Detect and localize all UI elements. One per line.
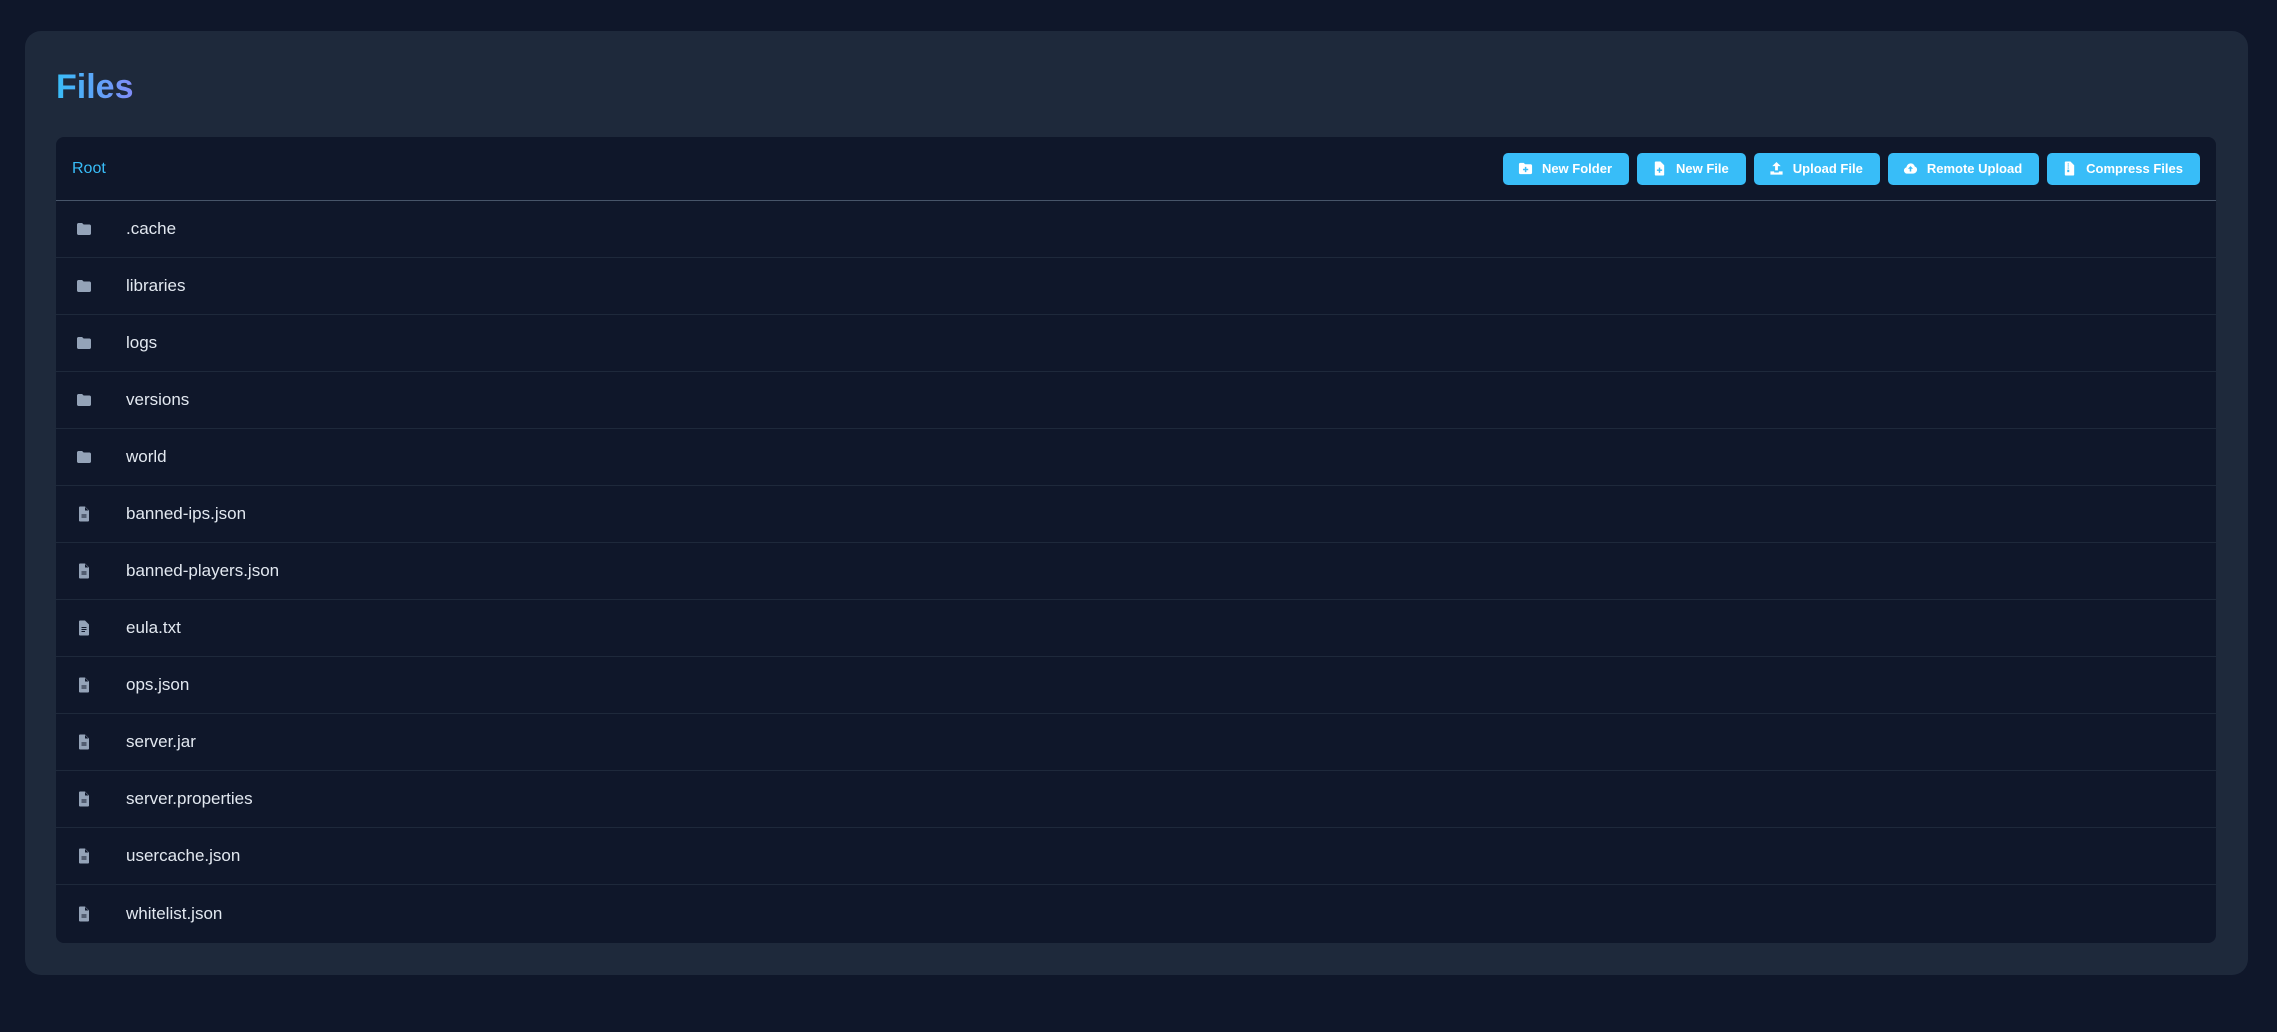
file-row-banned-ips[interactable]: banned-ips.json (56, 486, 2216, 543)
breadcrumb-root[interactable]: Root (72, 160, 106, 178)
file-row-server-jar[interactable]: server.jar (56, 714, 2216, 771)
file-name: server.jar (126, 732, 196, 751)
file-icon (76, 677, 92, 693)
remote-upload-label: Remote Upload (1926, 161, 2023, 176)
new-file-button[interactable]: New File (1637, 152, 1746, 185)
file-browser: Root New Folder New File Upload File Rem… (56, 137, 2216, 943)
file-plus-icon (1652, 161, 1667, 176)
file-zipper-icon (2062, 161, 2077, 176)
remote-upload-button[interactable]: Remote Upload (1887, 152, 2040, 185)
file-list: .cache libraries logs versions world ban… (56, 201, 2216, 942)
file-row-server-properties[interactable]: server.properties (56, 771, 2216, 828)
file-text-icon (76, 620, 92, 636)
new-folder-button[interactable]: New Folder (1502, 152, 1630, 185)
cloud-upload-icon (1903, 161, 1918, 176)
files-panel: Files Root New Folder New File Upload Fi… (25, 31, 2248, 975)
file-name: world (126, 447, 167, 466)
upload-file-button[interactable]: Upload File (1753, 152, 1880, 185)
folder-icon (76, 449, 92, 465)
file-row-ops[interactable]: ops.json (56, 657, 2216, 714)
file-name: server.properties (126, 789, 253, 808)
file-name: banned-players.json (126, 561, 280, 580)
new-file-label: New File (1676, 161, 1729, 176)
upload-file-label: Upload File (1792, 161, 1863, 176)
file-row-banned-players[interactable]: banned-players.json (56, 543, 2216, 600)
file-name: banned-ips.json (126, 504, 247, 523)
folder-icon (76, 221, 92, 237)
compress-files-label: Compress Files (2086, 161, 2183, 176)
file-row-versions[interactable]: versions (56, 372, 2216, 429)
file-name: logs (126, 333, 158, 352)
file-row-whitelist[interactable]: whitelist.json (56, 885, 2216, 942)
file-name: usercache.json (126, 846, 241, 865)
file-icon (76, 563, 92, 579)
page-title: Files (56, 68, 134, 106)
file-row-eula[interactable]: eula.txt (56, 600, 2216, 657)
file-name: libraries (126, 276, 186, 295)
file-icon (76, 791, 92, 807)
compress-files-button[interactable]: Compress Files (2047, 152, 2200, 185)
file-name: whitelist.json (126, 903, 223, 923)
file-row-libraries[interactable]: libraries (56, 258, 2216, 315)
folder-icon (76, 392, 92, 408)
file-name: ops.json (126, 675, 190, 694)
file-icon (76, 848, 92, 864)
file-name: .cache (126, 219, 177, 238)
file-row-usercache[interactable]: usercache.json (56, 828, 2216, 885)
file-name: eula.txt (126, 618, 181, 637)
file-icon (76, 734, 92, 750)
file-name: versions (126, 390, 190, 409)
folder-icon (76, 278, 92, 294)
folder-plus-icon (1518, 161, 1533, 176)
file-row-world[interactable]: world (56, 429, 2216, 486)
toolbar-actions: New Folder New File Upload File Remote U… (1502, 152, 2200, 185)
file-icon (76, 906, 92, 922)
upload-icon (1769, 161, 1784, 176)
file-toolbar: Root New Folder New File Upload File Rem… (56, 137, 2216, 201)
folder-icon (76, 335, 92, 351)
file-icon (76, 506, 92, 522)
file-row-cache[interactable]: .cache (56, 201, 2216, 258)
file-row-logs[interactable]: logs (56, 315, 2216, 372)
new-folder-label: New Folder (1541, 161, 1613, 176)
